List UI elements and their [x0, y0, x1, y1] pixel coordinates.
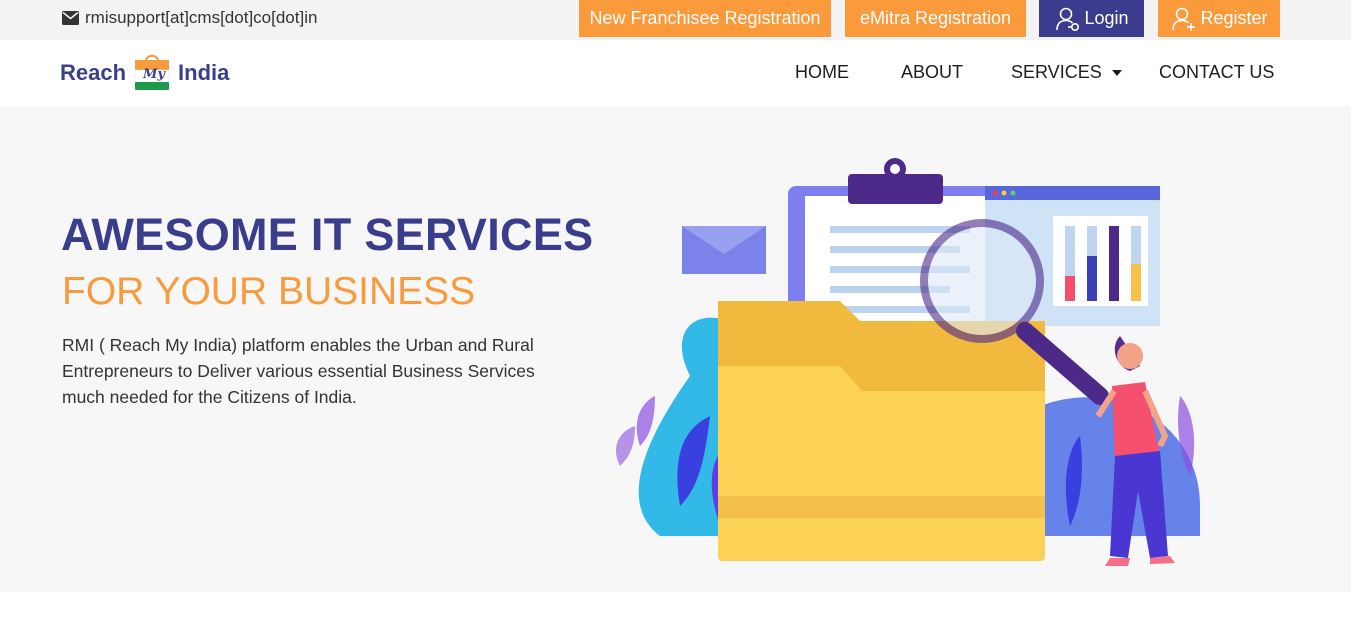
support-email: rmisupport[at]cms[dot]co[dot]in: [62, 8, 317, 28]
logo-word-india: India: [178, 60, 230, 85]
top-bar: rmisupport[at]cms[dot]co[dot]in New Fran…: [0, 0, 1351, 40]
login-button[interactable]: Login: [1039, 0, 1144, 37]
user-add-icon: [1172, 7, 1196, 31]
nav-contact-us[interactable]: CONTACT US: [1159, 62, 1274, 83]
support-email-text: rmisupport[at]cms[dot]co[dot]in: [85, 8, 318, 27]
logo-word-my: My: [143, 67, 165, 82]
new-franchisee-registration-button[interactable]: New Franchisee Registration: [579, 0, 831, 37]
hero-title: AWESOME IT SERVICES: [61, 209, 594, 260]
nav-about[interactable]: ABOUT: [901, 62, 963, 83]
mail-icon: [682, 226, 766, 274]
hero-subtitle: FOR YOUR BUSINESS: [62, 270, 476, 313]
envelope-icon: [62, 11, 79, 25]
logo-bag-badge: My: [129, 51, 175, 95]
nav-services-dropdown[interactable]: SERVICES: [1011, 62, 1122, 83]
hero-description: RMI ( Reach My India) platform enables t…: [62, 335, 535, 407]
hero-illustration: [615, 158, 1200, 566]
brand-logo[interactable]: Reach My India: [60, 48, 229, 98]
logo-word-reach: Reach: [60, 60, 127, 85]
caret-down-icon: [1111, 69, 1122, 76]
main-navbar: Reach My India HOME ABOUT SERVICES CONTA…: [0, 40, 1351, 106]
register-button[interactable]: Register: [1158, 0, 1280, 37]
user-login-icon: [1056, 7, 1080, 31]
hero-section: AWESOME IT SERVICES FOR YOUR BUSINESS RM…: [0, 106, 1351, 592]
emitra-registration-button[interactable]: eMitra Registration: [845, 0, 1026, 37]
nav-home[interactable]: HOME: [795, 62, 849, 83]
